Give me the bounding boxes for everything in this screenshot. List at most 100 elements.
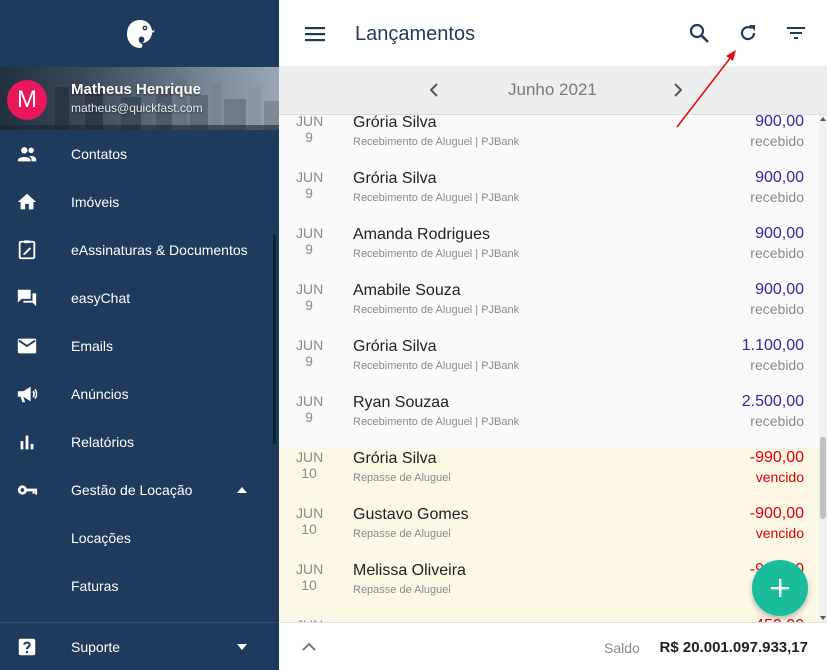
- transaction-day: 10: [301, 577, 317, 593]
- month-selector: Junho 2021: [279, 66, 827, 115]
- transaction-description: Recebimento de Aluguel | PJBank: [353, 360, 520, 372]
- scroll-down-arrow-icon[interactable]: [820, 616, 826, 620]
- transaction-name: Gróri­a Silva: [353, 170, 437, 187]
- transaction-name: Gustavo Gomes: [353, 506, 469, 523]
- sidebar-item-relatorios[interactable]: Relatórios: [0, 418, 272, 466]
- sidebar-item-gestao-de-locacao[interactable]: Gestão de Locação: [0, 466, 272, 514]
- transaction-status: recebido: [750, 245, 804, 261]
- transaction-day: 9: [305, 241, 313, 257]
- help-icon: [16, 636, 38, 658]
- transaction-day: 9: [305, 297, 313, 313]
- transaction-description: Recebimento de Aluguel | PJBank: [353, 416, 520, 428]
- plus-icon: [771, 579, 789, 597]
- chameleon-logo-icon: [126, 19, 155, 48]
- table-row[interactable]: JUN 9 Amanda Rodrigues Recebimento de Alugu…: [279, 223, 819, 279]
- transaction-month: JUN: [296, 505, 324, 521]
- transaction-name: Gróri­a Silva: [353, 450, 437, 467]
- email-icon: [16, 335, 38, 357]
- sidebar: M Matheus Henrique matheus@quickfast.com…: [0, 0, 279, 670]
- transaction-amount: 900,00: [755, 115, 804, 130]
- transaction-month: JUN: [296, 169, 324, 185]
- transaction-day: 10: [301, 465, 317, 481]
- sidebar-scrollbar[interactable]: [273, 234, 276, 444]
- transaction-day: 9: [305, 353, 313, 369]
- signature-document-icon: [16, 239, 38, 261]
- balance-label: Saldo: [604, 640, 640, 656]
- transaction-day: 9: [305, 409, 313, 425]
- month-label: Junho 2021: [508, 80, 597, 99]
- transaction-description: Repasse de Aluguel: [353, 528, 451, 540]
- transaction-description: Repasse de Aluguel: [353, 584, 451, 596]
- transaction-day: 9: [305, 185, 313, 201]
- table-row[interactable]: JUN 9 Gróri­a Silva Recebimento de Aluguel …: [279, 167, 819, 223]
- transaction-status: recebido: [750, 189, 804, 205]
- chevron-right-icon[interactable]: [665, 78, 689, 102]
- transaction-description: Recebimento de Aluguel | PJBank: [353, 136, 520, 148]
- sidebar-item-label: easyChat: [71, 290, 131, 306]
- refresh-icon[interactable]: [736, 21, 760, 45]
- profile-name: Matheus Henrique: [71, 81, 202, 98]
- transaction-status: recebido: [750, 301, 804, 317]
- table-row[interactable]: JUN 9 Gróri­a Silva Recebimento de Aluguel …: [279, 335, 819, 391]
- home-icon: [16, 191, 38, 213]
- transaction-day: 9: [305, 129, 313, 145]
- search-icon[interactable]: [687, 21, 711, 45]
- chevron-up-icon[interactable]: [236, 481, 248, 499]
- profile-card[interactable]: M Matheus Henrique matheus@quickfast.com: [0, 67, 279, 130]
- transactions-list: JUN 9 Gróri­a Silva Recebimento de Aluguel …: [279, 115, 819, 622]
- bar-chart-icon: [16, 431, 38, 453]
- megaphone-icon: [16, 383, 38, 405]
- filter-icon[interactable]: [784, 21, 808, 45]
- transaction-name: Amanda Rodrigues: [353, 226, 490, 243]
- app-logo[interactable]: [0, 0, 279, 67]
- sidebar-item-label: Relatórios: [71, 434, 135, 450]
- avatar[interactable]: M: [7, 80, 47, 120]
- table-row[interactable]: JUN10Melissa OliveiraRepasse de Aluguel-…: [279, 559, 819, 615]
- transaction-description: Recebimento de Aluguel | PJBank: [353, 248, 520, 260]
- list-scrollbar[interactable]: [819, 115, 827, 622]
- transaction-amount: 900,00: [755, 169, 804, 186]
- hamburger-menu-icon[interactable]: [303, 22, 327, 46]
- table-row[interactable]: JUN-450,00: [279, 615, 819, 622]
- chevron-up-icon[interactable]: [297, 635, 321, 659]
- add-transaction-button[interactable]: [752, 560, 808, 616]
- scroll-up-arrow-icon[interactable]: [820, 117, 826, 121]
- table-row[interactable]: JUN 10 Gustavo Gomes Repasse de Aluguel -900…: [279, 503, 819, 559]
- transaction-month: JUN: [296, 393, 324, 409]
- transaction-status: vencido: [755, 469, 804, 485]
- sidebar-item-suporte[interactable]: Suporte: [0, 623, 272, 670]
- transaction-amount: 900,00: [755, 281, 804, 298]
- sidebar-item-anuncios[interactable]: Anúncios: [0, 370, 272, 418]
- transaction-amount: 900,00: [755, 225, 804, 242]
- balance-value: R$ 20.001.097.933,17: [659, 639, 808, 656]
- sidebar-subitem-faturas[interactable]: Faturas: [0, 562, 272, 610]
- chevron-down-icon[interactable]: [236, 638, 248, 656]
- transaction-name: Gróri­a Silva: [353, 115, 437, 131]
- transaction-name: Melissa Oliveira: [353, 562, 466, 579]
- sidebar-item-label: Anúncios: [71, 386, 129, 402]
- page-title: Lançamentos: [355, 23, 476, 45]
- chat-icon: [16, 287, 38, 309]
- transaction-month: JUN: [296, 337, 324, 353]
- chevron-left-icon[interactable]: [423, 78, 447, 102]
- transaction-day: 10: [301, 521, 317, 537]
- table-row[interactable]: JUN 9 Ryan Souzaa Recebimento de Aluguel | …: [279, 391, 819, 447]
- sidebar-item-contatos[interactable]: Contatos: [0, 130, 272, 178]
- sidebar-item-easychat[interactable]: easyChat: [0, 274, 272, 322]
- main-panel: Lançamentos Junho 2021 JUN 9 Gróri­a Silva…: [279, 0, 827, 670]
- sidebar-item-emails[interactable]: Emails: [0, 322, 272, 370]
- sidebar-subitem-locacoes[interactable]: Locações: [0, 514, 272, 562]
- transaction-name: Amabile Souza: [353, 282, 461, 299]
- sidebar-item-eassinaturas[interactable]: eAssinaturas & Documentos: [0, 226, 272, 274]
- table-row[interactable]: JUN 10 Gróri­a Silva Repasse de Aluguel -990…: [279, 447, 819, 503]
- scroll-thumb[interactable]: [820, 437, 826, 519]
- sidebar-item-label: Emails: [71, 338, 114, 354]
- table-row[interactable]: JUN 9 Amabile Souza Recebimento de Aluguel …: [279, 279, 819, 335]
- transaction-month: JUN: [296, 449, 324, 465]
- transaction-amount: -990,00: [749, 449, 804, 466]
- sidebar-item-imoveis[interactable]: Imóveis: [0, 178, 272, 226]
- transaction-month: JUN: [296, 561, 324, 577]
- table-row[interactable]: JUN 9 Gróri­a Silva Recebimento de Aluguel …: [279, 115, 819, 167]
- balance-footer: Saldo R$ 20.001.097.933,17: [279, 622, 827, 670]
- key-icon: [16, 479, 38, 501]
